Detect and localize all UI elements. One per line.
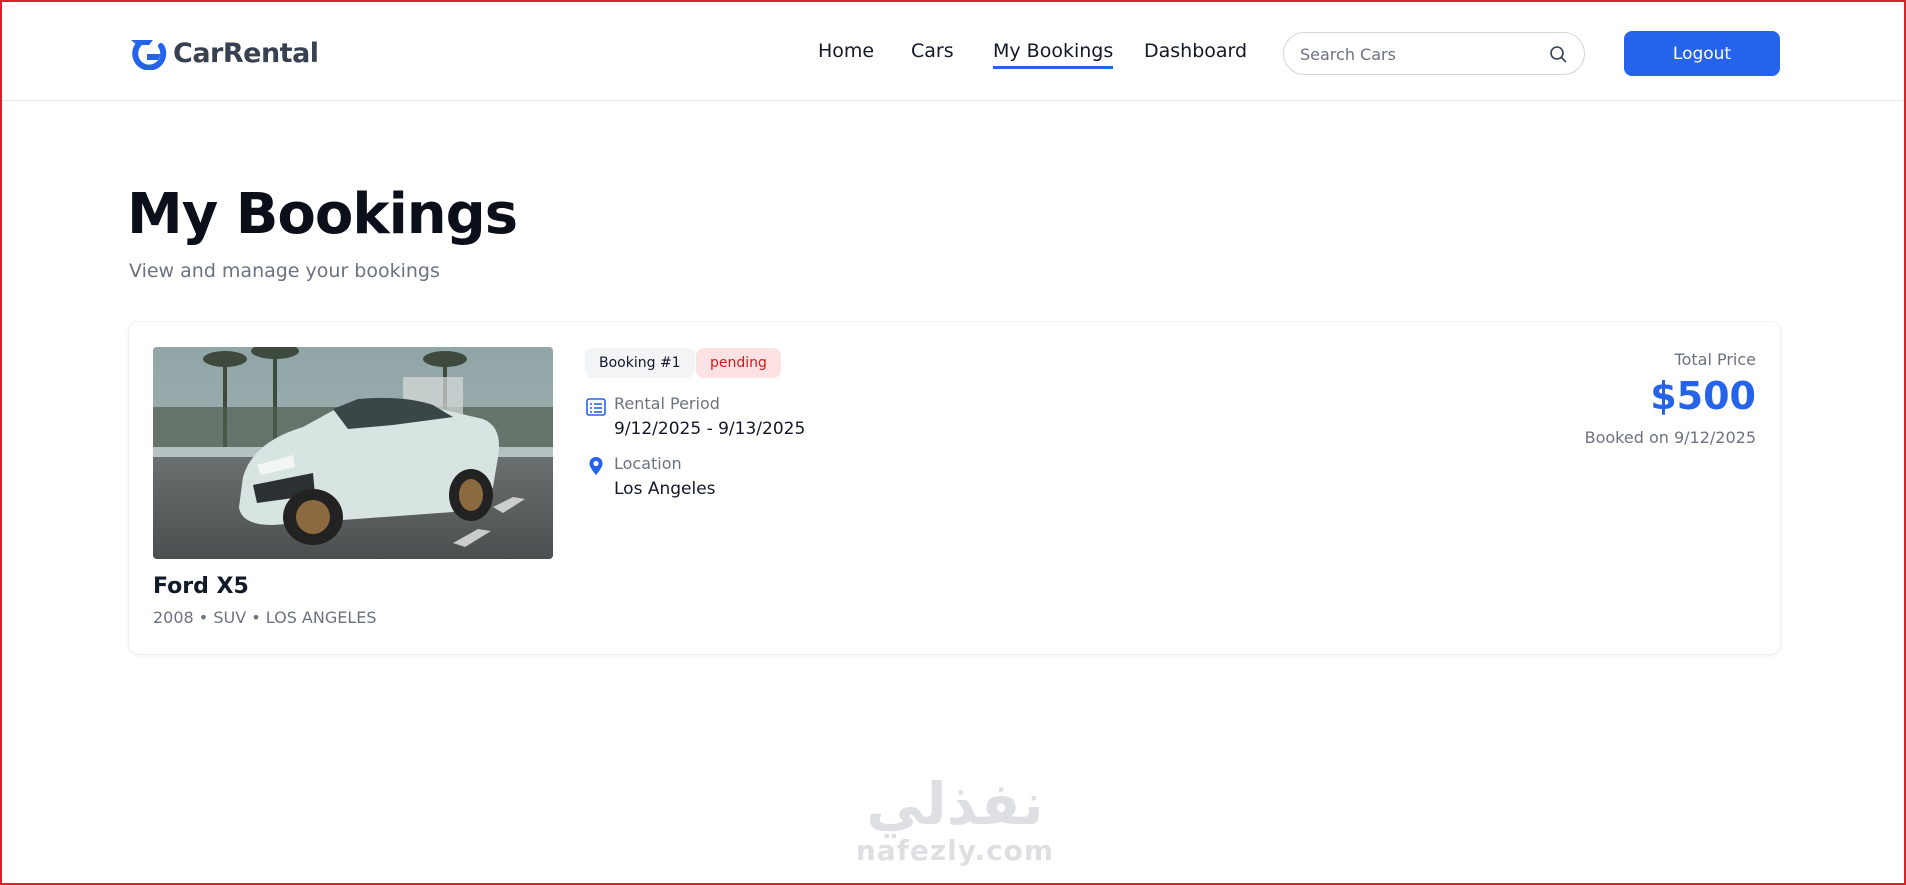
- watermark-logo: نفذلي nafezly.com: [848, 772, 1062, 866]
- status-badge: pending: [696, 348, 781, 378]
- page-subtitle: View and manage your bookings: [129, 260, 440, 282]
- logo-icon: [131, 40, 167, 70]
- total-price-label: Total Price: [1674, 350, 1756, 369]
- car-meta: 2008 • SUV • LOS ANGELES: [153, 608, 377, 627]
- booked-on-date: Booked on 9/12/2025: [1584, 428, 1756, 447]
- search-box: [1283, 32, 1585, 75]
- logout-button[interactable]: Logout: [1624, 31, 1780, 76]
- calendar-list-icon: [586, 398, 606, 416]
- brand-name: CarRental: [173, 37, 319, 69]
- booking-id-badge: Booking #1: [585, 348, 695, 378]
- car-image: [153, 347, 553, 559]
- watermark-latin: nafezly.com: [855, 834, 1055, 867]
- rental-period-label: Rental Period: [614, 394, 720, 413]
- watermark-arabic: نفذلي: [866, 770, 1044, 838]
- nav-my-bookings[interactable]: My Bookings: [993, 40, 1114, 69]
- location-value: Los Angeles: [614, 479, 716, 499]
- booking-card: Ford X5 2008 • SUV • LOS ANGELES Booking…: [129, 322, 1780, 654]
- top-navbar: CarRental Home Cars My Bookings Dashboar…: [2, 2, 1904, 101]
- car-photo: [153, 347, 553, 559]
- nav-dashboard[interactable]: Dashboard: [1144, 40, 1247, 66]
- nav-home[interactable]: Home: [818, 40, 874, 66]
- location-label: Location: [614, 454, 682, 473]
- location-pin-icon: [589, 457, 603, 475]
- nav-cars[interactable]: Cars: [911, 40, 954, 66]
- car-name: Ford X5: [153, 574, 249, 599]
- search-icon[interactable]: [1548, 44, 1568, 64]
- total-price-value: $500: [1650, 374, 1756, 418]
- page-title: My Bookings: [127, 182, 518, 247]
- search-input[interactable]: [1300, 43, 1540, 65]
- brand-logo[interactable]: CarRental: [127, 36, 319, 70]
- rental-period-value: 9/12/2025 - 9/13/2025: [614, 419, 806, 439]
